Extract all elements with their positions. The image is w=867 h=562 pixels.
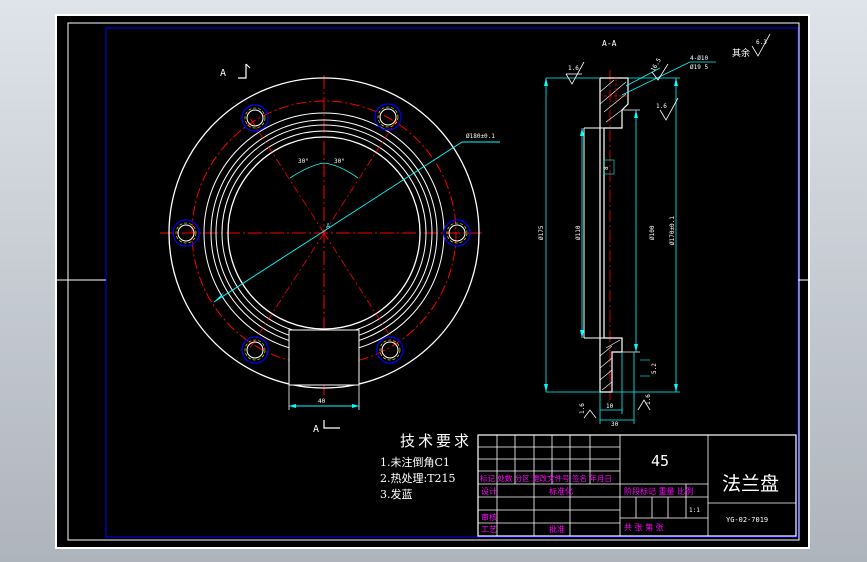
dim-d175: Ø175 <box>538 225 545 240</box>
dim-d110: Ø110 <box>575 225 582 240</box>
dim-d100: Ø100 <box>649 225 656 240</box>
cad-drawing-canvas[interactable]: A A A 30° 30° Ø180±0.1 40 A-A Ø175 Ø110 … <box>0 0 867 562</box>
dim-5-2: 5.2 <box>651 363 658 374</box>
section-marker-bottom: A <box>313 424 319 435</box>
dim-hole-spec: 4-Ø10 <box>690 55 708 62</box>
rest-roughness-value: 6.3 <box>756 39 767 46</box>
tech-req-item: 3.发蓝 <box>380 487 413 501</box>
standardization-label: 标准化 <box>549 486 573 496</box>
part-name: 法兰盘 <box>722 473 779 495</box>
stage-weight-scale-label: 阶段标记 重量 比例 <box>624 486 693 496</box>
dim-8: 8 <box>603 166 610 170</box>
header-row-label: 标记 处数 分区 更改文件号 签名 年月日 <box>480 473 612 483</box>
bottom-slot <box>288 329 360 386</box>
dim-thickness-30: 30 <box>611 421 619 428</box>
ra-bottom-right: 1.6 <box>645 394 652 405</box>
approve-label: 批准 <box>549 524 565 534</box>
scale-value: 1:1 <box>689 507 700 514</box>
process-label: 工艺 <box>481 525 497 534</box>
ra-bottom-left: 1.6 <box>579 403 586 414</box>
drawing-number: YG-02-7019 <box>726 516 768 524</box>
tech-req-title: 技术要求 <box>400 432 472 450</box>
slot-width-dim: 40 <box>318 398 326 405</box>
tech-req-item: 2.热处理:T215 <box>380 472 456 485</box>
material-label: 45 <box>651 452 669 470</box>
ra-mid: 1.6 <box>656 103 667 110</box>
bolt-circle-dim: Ø180±0.1 <box>466 133 495 140</box>
section-marker-top: A <box>220 68 226 79</box>
angle-right-label: 30° <box>334 158 345 165</box>
review-label: 审核 <box>481 512 497 522</box>
tech-req-item: 1.未注倒角C1 <box>380 455 450 469</box>
dim-thickness-10: 10 <box>606 403 614 410</box>
section-title: A-A <box>602 39 617 48</box>
dim-hole-spec2: Ø19 5 <box>690 64 708 71</box>
design-label: 设计 <box>481 486 497 496</box>
ra-left: 1.6 <box>568 65 579 72</box>
sheet-label: 共 张 第 张 <box>624 522 664 532</box>
rest-roughness-label: 其余 <box>732 47 750 59</box>
dim-d170: Ø170±0.1 <box>669 216 676 245</box>
angle-left-label: 30° <box>298 158 309 165</box>
